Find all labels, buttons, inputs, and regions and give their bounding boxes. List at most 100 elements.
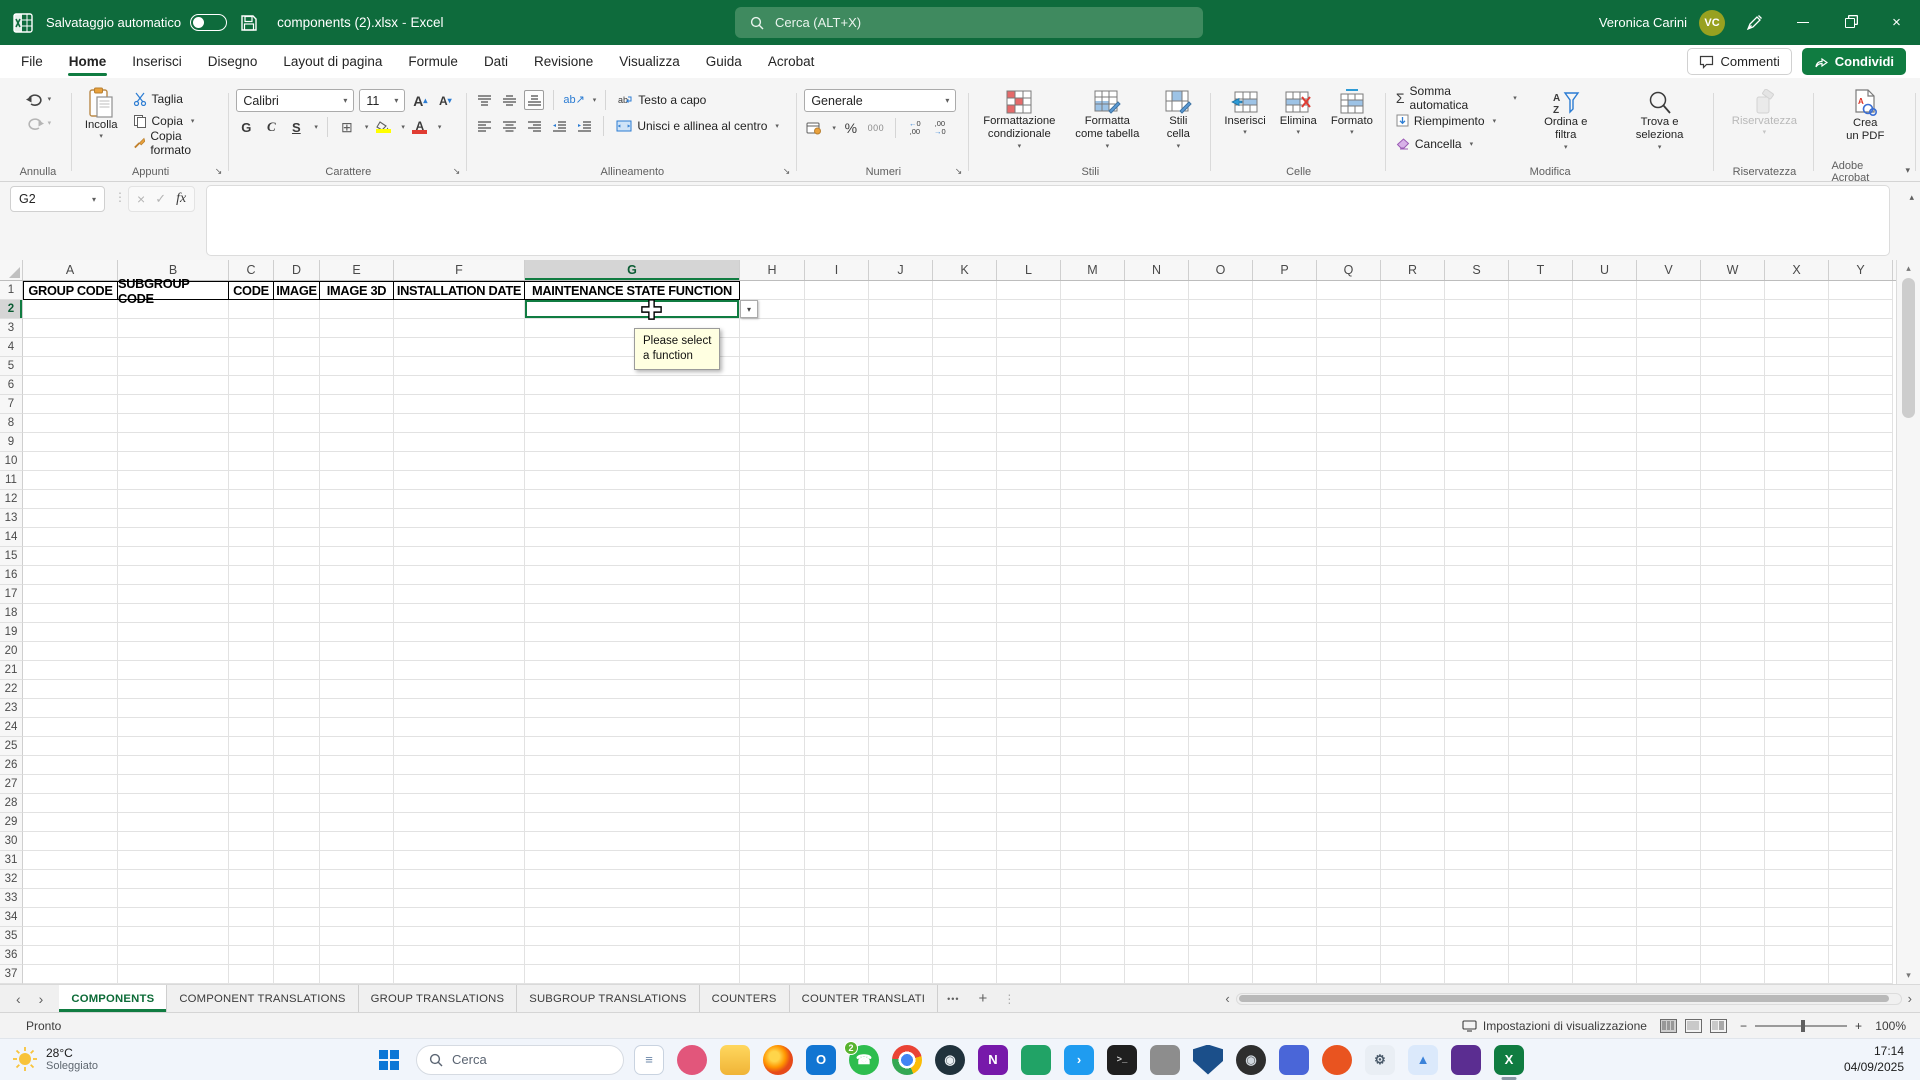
sheet-nav-left-arrow[interactable]: ‹ bbox=[16, 991, 21, 1007]
font-dialog-launcher[interactable]: ↘ bbox=[453, 166, 461, 177]
cell-G29[interactable] bbox=[525, 813, 740, 832]
cell-J10[interactable] bbox=[869, 452, 933, 471]
taskbar-app-whatsapp-icon[interactable]: ☎2 bbox=[849, 1045, 879, 1075]
cell-L37[interactable] bbox=[997, 965, 1061, 984]
cell-B2[interactable] bbox=[118, 300, 229, 319]
italic-button[interactable]: C bbox=[261, 117, 281, 137]
cell-G18[interactable] bbox=[525, 604, 740, 623]
clipboard-dialog-launcher[interactable]: ↘ bbox=[215, 166, 223, 177]
cell-N8[interactable] bbox=[1125, 414, 1189, 433]
cell-V34[interactable] bbox=[1637, 908, 1701, 927]
cell-B10[interactable] bbox=[118, 452, 229, 471]
cell-B31[interactable] bbox=[118, 851, 229, 870]
row-header-34[interactable]: 34 bbox=[0, 908, 23, 927]
cell-E11[interactable] bbox=[320, 471, 394, 490]
cell-Q1[interactable] bbox=[1317, 281, 1381, 300]
cell-P37[interactable] bbox=[1253, 965, 1317, 984]
cell-B4[interactable] bbox=[118, 338, 229, 357]
cell-K25[interactable] bbox=[933, 737, 997, 756]
cell-O15[interactable] bbox=[1189, 547, 1253, 566]
cell-J36[interactable] bbox=[869, 946, 933, 965]
cell-R5[interactable] bbox=[1381, 357, 1445, 376]
cell-K36[interactable] bbox=[933, 946, 997, 965]
cell-S15[interactable] bbox=[1445, 547, 1509, 566]
start-button[interactable] bbox=[372, 1043, 406, 1077]
cell-A9[interactable] bbox=[23, 433, 118, 452]
cell-T9[interactable] bbox=[1509, 433, 1573, 452]
cell-A22[interactable] bbox=[23, 680, 118, 699]
taskbar-app-photos-icon[interactable]: ▲ bbox=[1408, 1045, 1438, 1075]
autosave-control[interactable]: Salvataggio automatico bbox=[46, 14, 227, 31]
cell-I8[interactable] bbox=[805, 414, 869, 433]
cell-Q3[interactable] bbox=[1317, 319, 1381, 338]
display-settings-button[interactable]: Impostazioni di visualizzazione bbox=[1462, 1019, 1647, 1033]
cell-C19[interactable] bbox=[229, 623, 274, 642]
cell-K31[interactable] bbox=[933, 851, 997, 870]
cell-S37[interactable] bbox=[1445, 965, 1509, 984]
cell-H4[interactable] bbox=[740, 338, 805, 357]
cell-J1[interactable] bbox=[869, 281, 933, 300]
cell-X17[interactable] bbox=[1765, 585, 1829, 604]
cell-K30[interactable] bbox=[933, 832, 997, 851]
fill-button[interactable]: Riempimento▾ bbox=[1393, 110, 1520, 131]
cell-V25[interactable] bbox=[1637, 737, 1701, 756]
column-header-O[interactable]: O bbox=[1189, 260, 1253, 280]
cell-M8[interactable] bbox=[1061, 414, 1125, 433]
cell-C4[interactable] bbox=[229, 338, 274, 357]
cell-A34[interactable] bbox=[23, 908, 118, 927]
cell-O30[interactable] bbox=[1189, 832, 1253, 851]
cell-X31[interactable] bbox=[1765, 851, 1829, 870]
cell-N23[interactable] bbox=[1125, 699, 1189, 718]
cell-K33[interactable] bbox=[933, 889, 997, 908]
cell-D13[interactable] bbox=[274, 509, 320, 528]
cell-I35[interactable] bbox=[805, 927, 869, 946]
cell-P31[interactable] bbox=[1253, 851, 1317, 870]
cell-O23[interactable] bbox=[1189, 699, 1253, 718]
cell-E16[interactable] bbox=[320, 566, 394, 585]
cell-J16[interactable] bbox=[869, 566, 933, 585]
scroll-down-arrow[interactable]: ▾ bbox=[1906, 970, 1911, 981]
cell-F18[interactable] bbox=[394, 604, 525, 623]
cell-X25[interactable] bbox=[1765, 737, 1829, 756]
cell-D33[interactable] bbox=[274, 889, 320, 908]
cell-L27[interactable] bbox=[997, 775, 1061, 794]
cell-M4[interactable] bbox=[1061, 338, 1125, 357]
cell-O7[interactable] bbox=[1189, 395, 1253, 414]
cell-U34[interactable] bbox=[1573, 908, 1637, 927]
undo-button[interactable]: ▾ bbox=[25, 89, 52, 109]
cell-Y35[interactable] bbox=[1829, 927, 1893, 946]
zoom-in-button[interactable]: + bbox=[1855, 1019, 1862, 1033]
more-sheets-button[interactable]: ••• bbox=[938, 985, 968, 1012]
cell-D7[interactable] bbox=[274, 395, 320, 414]
cell-A8[interactable] bbox=[23, 414, 118, 433]
cell-Y15[interactable] bbox=[1829, 547, 1893, 566]
cell-X14[interactable] bbox=[1765, 528, 1829, 547]
cell-N19[interactable] bbox=[1125, 623, 1189, 642]
cell-L7[interactable] bbox=[997, 395, 1061, 414]
cell-H3[interactable] bbox=[740, 319, 805, 338]
cell-K11[interactable] bbox=[933, 471, 997, 490]
cell-P3[interactable] bbox=[1253, 319, 1317, 338]
cell-M33[interactable] bbox=[1061, 889, 1125, 908]
cell-D37[interactable] bbox=[274, 965, 320, 984]
cell-G33[interactable] bbox=[525, 889, 740, 908]
cell-M32[interactable] bbox=[1061, 870, 1125, 889]
cell-N26[interactable] bbox=[1125, 756, 1189, 775]
wrap-text-button[interactable]: ab Testo a capo bbox=[615, 89, 709, 110]
cell-E4[interactable] bbox=[320, 338, 394, 357]
cell-M27[interactable] bbox=[1061, 775, 1125, 794]
cell-P16[interactable] bbox=[1253, 566, 1317, 585]
titlebar-search-box[interactable]: Cerca (ALT+X) bbox=[735, 7, 1203, 38]
decrease-font-size-button[interactable]: A▾ bbox=[435, 91, 455, 111]
cell-J15[interactable] bbox=[869, 547, 933, 566]
cell-W35[interactable] bbox=[1701, 927, 1765, 946]
cell-X13[interactable] bbox=[1765, 509, 1829, 528]
cell-B24[interactable] bbox=[118, 718, 229, 737]
cell-I37[interactable] bbox=[805, 965, 869, 984]
cell-U25[interactable] bbox=[1573, 737, 1637, 756]
cell-C21[interactable] bbox=[229, 661, 274, 680]
cell-H19[interactable] bbox=[740, 623, 805, 642]
cell-P9[interactable] bbox=[1253, 433, 1317, 452]
cell-C33[interactable] bbox=[229, 889, 274, 908]
cell-Q30[interactable] bbox=[1317, 832, 1381, 851]
